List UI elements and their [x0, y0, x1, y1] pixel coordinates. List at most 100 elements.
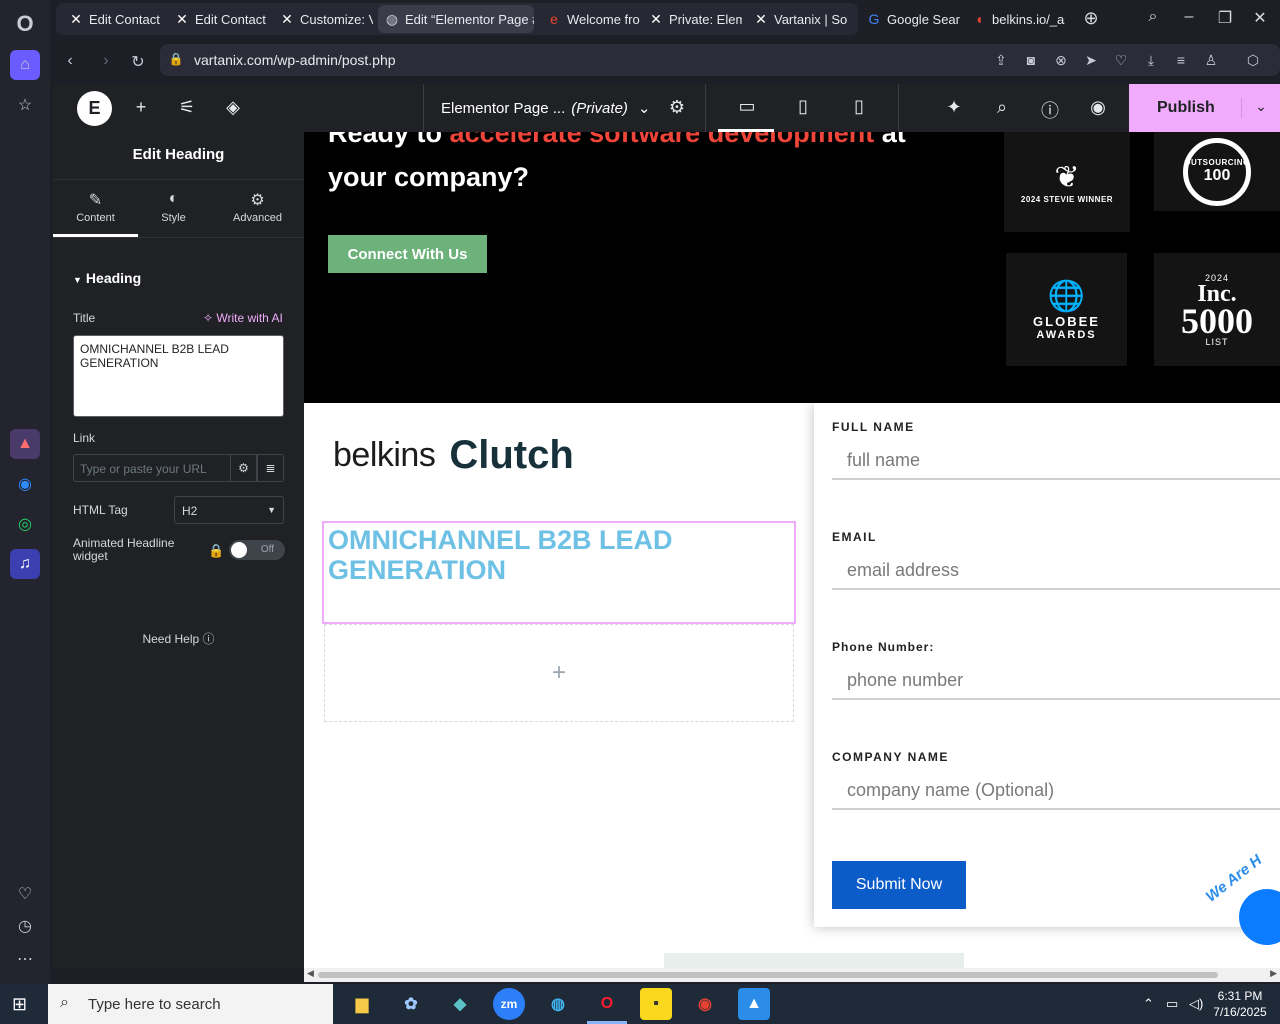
page-settings-gear-icon[interactable]: ⚙	[666, 97, 688, 118]
hero-heading-line1[interactable]: Ready to accelerate software development…	[328, 132, 906, 149]
link-url-input[interactable]: Type or paste your URL	[73, 454, 230, 482]
sticky-notes-icon[interactable]: ▪	[640, 988, 672, 1020]
chat-widget-icon[interactable]	[1239, 889, 1280, 945]
browser-tab[interactable]: ◍ Edit “Elementor Page #1	[378, 5, 534, 33]
elementor-logo-icon[interactable]: E	[77, 91, 112, 126]
more-icon[interactable]: ⋯	[10, 944, 40, 974]
link-label: Link	[73, 431, 96, 445]
selected-heading-widget[interactable]: OMNICHANNEL B2B LEAD GENERATION	[322, 521, 796, 624]
omnichannel-heading[interactable]: OMNICHANNEL B2B LEAD GENERATION	[328, 525, 788, 585]
site-settings-icon[interactable]: ⚟	[176, 97, 198, 118]
forward-icon[interactable]: ›	[96, 52, 116, 70]
tab-content[interactable]: ✎ Content	[53, 190, 138, 224]
url-text[interactable]: vartanix.com/wp-admin/post.php	[194, 52, 396, 68]
home-icon[interactable]: ⌂	[10, 50, 40, 80]
page-title[interactable]: Elementor Page ... (Private) ⌄	[441, 99, 651, 117]
new-tab-icon[interactable]: ⊕	[1080, 8, 1102, 29]
photos-icon[interactable]: ▲	[738, 988, 770, 1020]
section-heading-toggle[interactable]: ▼ Heading	[73, 270, 141, 286]
share-icon[interactable]: ⇪	[992, 52, 1010, 69]
volume-icon[interactable]: ◁)	[1189, 996, 1203, 1012]
browser-tab[interactable]: ◖ belkins.io/_ast	[965, 5, 1065, 33]
add-element-icon[interactable]: +	[130, 97, 152, 118]
plus-icon[interactable]: +	[552, 659, 566, 687]
horizontal-scrollbar[interactable]: ◀ ▶	[304, 968, 1280, 982]
star-icon[interactable]: ☆	[10, 90, 40, 120]
help-icon[interactable]: ⓘ	[1039, 97, 1061, 123]
heart-icon[interactable]: ♡	[10, 879, 40, 909]
browser-tab[interactable]: G Google Search	[860, 5, 960, 33]
elementor-icon: e	[550, 11, 558, 27]
browser-tab[interactable]: ✕ Customize: Va	[273, 5, 373, 33]
send-icon[interactable]: ➤	[1082, 52, 1100, 69]
scroll-right-icon[interactable]: ▶	[1270, 968, 1277, 979]
browser-tab[interactable]: ✕ Edit Contact F	[62, 5, 162, 33]
notifications-rocket-icon[interactable]: ✦	[943, 97, 965, 118]
opera-logo-icon[interactable]: O	[10, 9, 40, 39]
html-tag-select[interactable]: H2 ▼	[174, 496, 284, 524]
tablet-icon[interactable]: ▯	[791, 96, 815, 117]
desktop-icon[interactable]: ▭	[735, 96, 759, 117]
search-tabs-icon[interactable]: ⌕	[1142, 8, 1164, 26]
scroll-left-icon[interactable]: ◀	[307, 968, 314, 979]
back-icon[interactable]: ‹	[60, 52, 80, 70]
need-help-link[interactable]: Need Help ⓘ	[53, 630, 304, 647]
profile-icon[interactable]: ♙	[1202, 52, 1220, 69]
connect-with-us-button[interactable]: Connect With Us	[328, 235, 487, 273]
tab-style[interactable]: ◐ Style	[131, 190, 216, 224]
publish-options-chevron-icon[interactable]: ⌄	[1241, 98, 1280, 118]
browser-tab[interactable]: e Welcome from	[540, 5, 640, 33]
windows-start-icon[interactable]: ⊞	[12, 994, 32, 1014]
download-icon[interactable]: ⤓	[1142, 52, 1160, 69]
messenger-icon[interactable]: ◉	[10, 469, 40, 499]
publish-button[interactable]: Publish ⌄	[1129, 84, 1280, 132]
reload-icon[interactable]: ↻	[128, 52, 148, 72]
browser-tab[interactable]: ✕ Private: Eleme	[642, 5, 742, 33]
submit-now-button[interactable]: Submit Now	[832, 861, 966, 909]
hero-heading-line2[interactable]: your company?	[328, 162, 529, 193]
tab-advanced[interactable]: ⚙ Advanced	[215, 190, 300, 224]
link-options-gear-icon[interactable]: ⚙	[230, 454, 257, 482]
phone-field[interactable]: phone number	[832, 664, 1280, 700]
taskbar-search[interactable]: ⌕ Type here to search	[48, 984, 333, 1024]
tab-label: Customize: Va	[300, 11, 373, 27]
add-widget-dropzone[interactable]: +	[324, 624, 794, 722]
camera-icon[interactable]: ◙	[1022, 52, 1040, 68]
adblock-icon[interactable]: ⊗	[1052, 52, 1070, 69]
file-explorer-icon[interactable]: ▆	[346, 988, 378, 1020]
preview-eye-icon[interactable]: ◉	[1087, 97, 1109, 118]
title-textarea[interactable]: OMNICHANNEL B2B LEAD GENERATION	[73, 335, 284, 417]
dynamic-tags-icon[interactable]: ≣	[257, 454, 284, 482]
history-icon[interactable]: ◷	[10, 911, 40, 941]
editor-panel: Edit Heading ✎ Content ◐ Style ⚙ Advance…	[53, 132, 304, 968]
minimize-icon[interactable]: –	[1178, 8, 1200, 26]
browser-tab[interactable]: ✕ Vartanix | Soft	[747, 5, 847, 33]
structure-layers-icon[interactable]: ◈	[222, 97, 244, 118]
full-name-field[interactable]: full name	[832, 444, 1280, 480]
app-icon[interactable]: ◆	[444, 988, 476, 1020]
zoom-icon[interactable]: zm	[493, 988, 525, 1020]
maximize-icon[interactable]: ❐	[1214, 8, 1236, 28]
network-icon[interactable]: ▭	[1166, 996, 1178, 1012]
chrome-icon[interactable]: ◉	[689, 988, 721, 1020]
tray-chevron-icon[interactable]: ⌃	[1143, 996, 1154, 1012]
favorite-icon[interactable]: ♡	[1112, 52, 1130, 69]
app-icon[interactable]: ✿	[395, 988, 427, 1020]
aria-app-icon[interactable]: ▲	[10, 429, 40, 459]
search-icon[interactable]: ⌕	[991, 97, 1013, 118]
whatsapp-icon[interactable]: ◎	[10, 509, 40, 539]
animated-headline-toggle[interactable]: Off	[229, 540, 285, 560]
browser-tab[interactable]: ✕ Edit Contact F	[168, 5, 268, 33]
close-icon[interactable]: ✕	[1249, 8, 1271, 28]
opera-icon[interactable]: O	[591, 988, 623, 1020]
email-field[interactable]: email address	[832, 554, 1280, 590]
company-name-field[interactable]: company name (Optional)	[832, 774, 1280, 810]
mobile-icon[interactable]: ▯	[847, 96, 871, 117]
write-with-ai-button[interactable]: ✧ Write with AI	[203, 311, 283, 325]
edge-icon[interactable]: ◍	[542, 988, 574, 1020]
music-player-icon[interactable]: ♫	[10, 549, 40, 579]
system-clock[interactable]: 6:31 PM 7/16/2025	[1210, 988, 1270, 1020]
scrollbar-thumb[interactable]	[318, 972, 1218, 978]
extensions-icon[interactable]: ⬡	[1244, 52, 1262, 69]
easy-setup-icon[interactable]: ≡	[1172, 52, 1190, 68]
